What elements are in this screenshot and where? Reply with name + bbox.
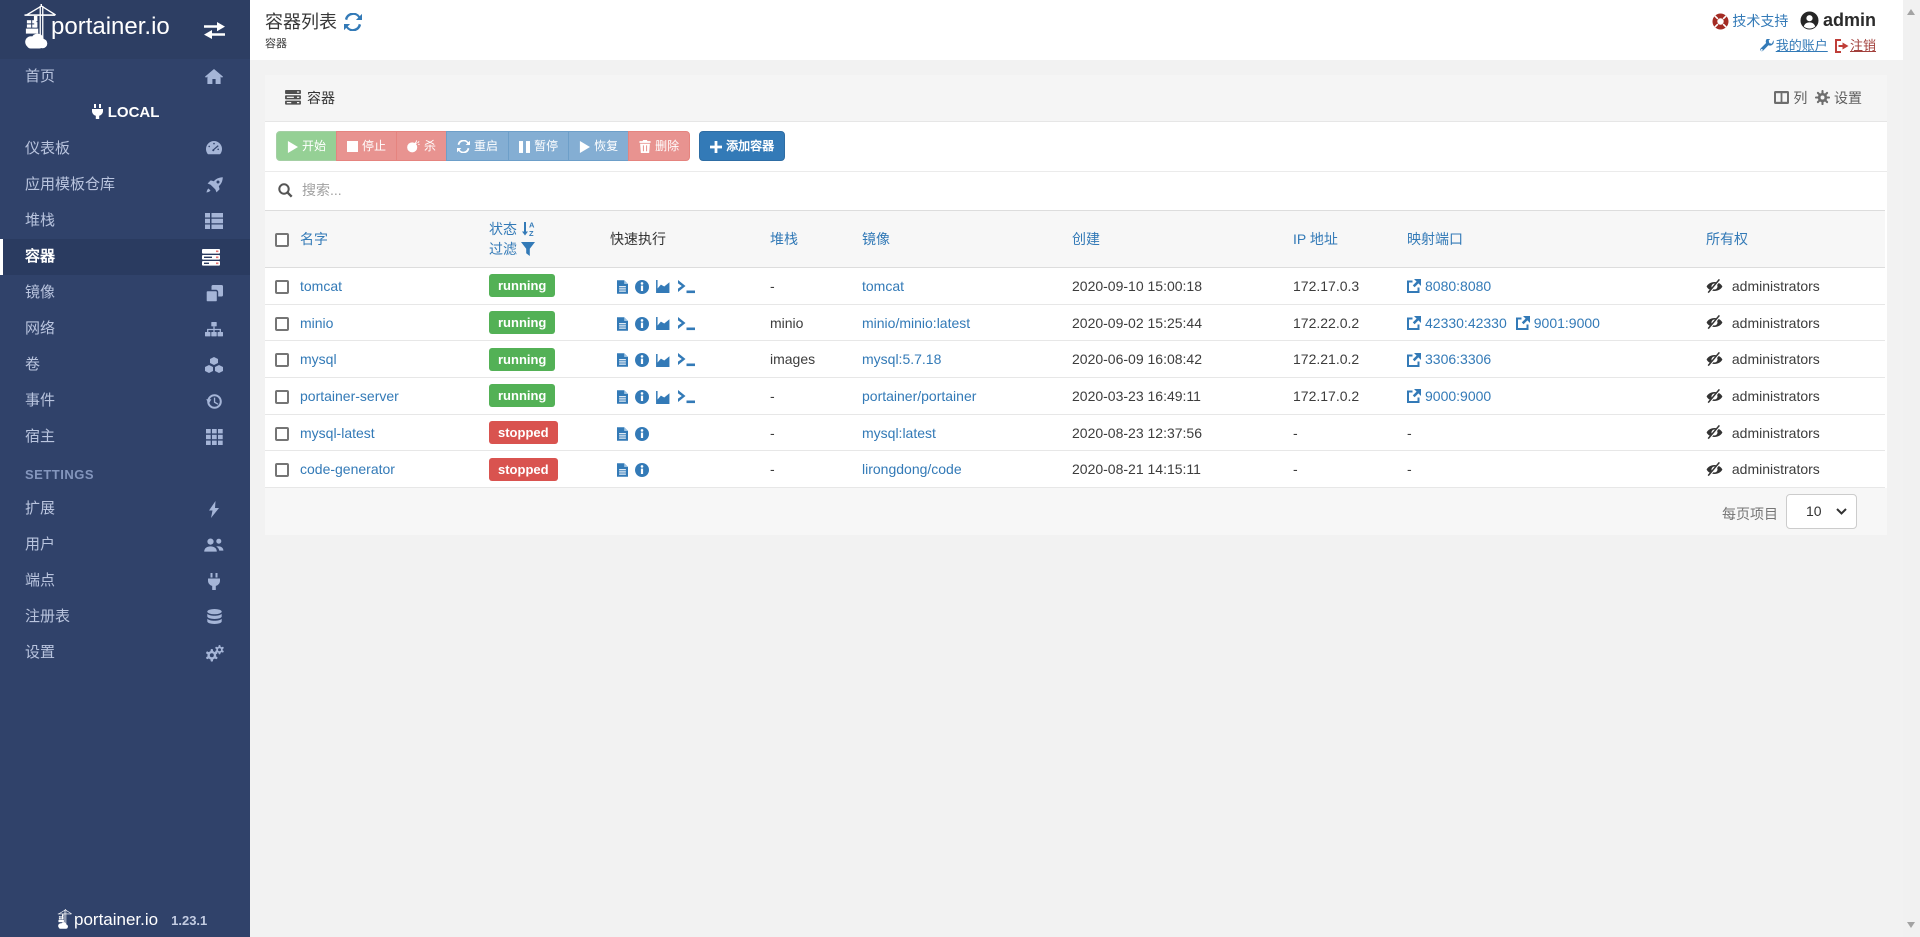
svg-text:Z: Z xyxy=(529,229,534,236)
